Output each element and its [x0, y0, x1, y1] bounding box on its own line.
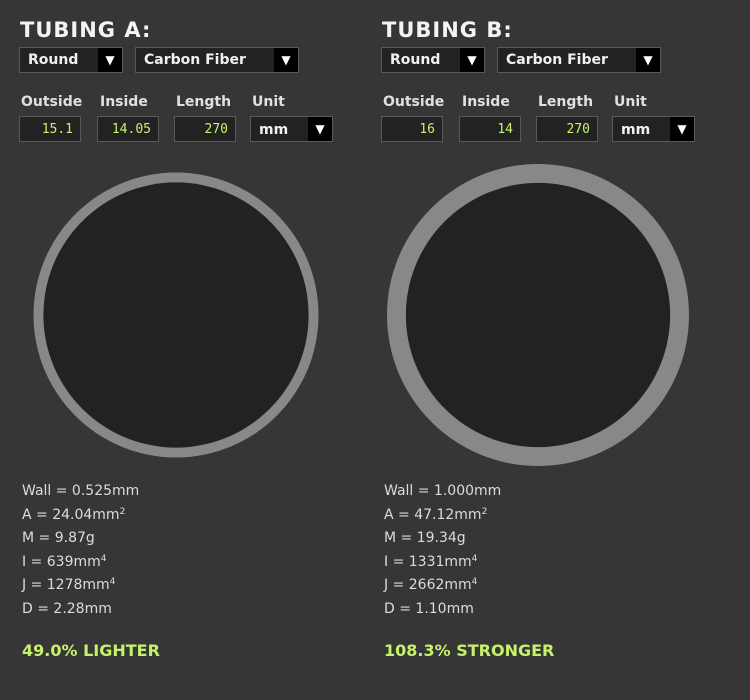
tubing-b-outside-input[interactable]: [381, 116, 443, 142]
tubing-b-inner-bore: [405, 182, 671, 448]
length-label: Length: [176, 94, 232, 110]
tubing-b-inside-input[interactable]: [459, 116, 521, 142]
length-label: Length: [538, 94, 594, 110]
chevron-down-icon[interactable]: ▼: [460, 48, 484, 72]
wall-stat: Wall = 0.525mm: [22, 483, 140, 499]
unit-label: Unit: [614, 94, 647, 110]
polar-inertia-stat: J = 1278mm4: [22, 577, 116, 593]
tubing-a-unit-select[interactable]: mm ▼: [250, 116, 333, 142]
inertia-stat: I = 639mm4: [22, 553, 107, 570]
tubing-b-shape-value: Round: [390, 52, 441, 68]
tubing-a-shape-select[interactable]: Round ▼: [19, 47, 123, 73]
tubing-b-length-input[interactable]: [536, 116, 598, 142]
tubing-a-panel: TUBING A: Round ▼ Carbon Fiber ▼ Outside…: [19, 0, 379, 700]
unit-label: Unit: [252, 94, 285, 110]
tubing-b-material-value: Carbon Fiber: [506, 52, 608, 68]
tubing-b-unit-select[interactable]: mm ▼: [612, 116, 695, 142]
chevron-down-icon[interactable]: ▼: [308, 117, 332, 141]
outside-label: Outside: [383, 94, 445, 110]
mass-stat: M = 19.34g: [384, 530, 466, 546]
tubing-a-material-select[interactable]: Carbon Fiber ▼: [135, 47, 299, 73]
tubing-a-length-input[interactable]: [174, 116, 236, 142]
area-stat: A = 24.04mm2: [22, 506, 126, 523]
tubing-b-result: 108.3% STRONGER: [384, 641, 555, 660]
tubing-b-material-select[interactable]: Carbon Fiber ▼: [497, 47, 661, 73]
tubing-b-shape-select[interactable]: Round ▼: [381, 47, 485, 73]
tubing-a-result: 49.0% LIGHTER: [22, 641, 160, 660]
deflection-stat: D = 2.28mm: [22, 600, 112, 617]
tubing-a-inner-bore: [43, 182, 309, 448]
tubing-a-material-value: Carbon Fiber: [144, 52, 246, 68]
tubing-a-unit-value: mm: [259, 122, 289, 138]
chevron-down-icon[interactable]: ▼: [670, 117, 694, 141]
tubing-a-inside-input[interactable]: [97, 116, 159, 142]
tubing-b-stats: Wall = 1.000mm A = 47.12mm2 M = 19.34g I…: [384, 480, 501, 621]
tubing-a-cross-section: [33, 172, 319, 458]
inside-label: Inside: [462, 94, 510, 110]
inertia-stat: I = 1331mm4: [384, 553, 478, 570]
inside-label: Inside: [100, 94, 148, 110]
mass-stat: M = 9.87g: [22, 530, 95, 546]
tubing-b-unit-value: mm: [621, 122, 651, 138]
chevron-down-icon[interactable]: ▼: [274, 48, 298, 72]
chevron-down-icon[interactable]: ▼: [98, 48, 122, 72]
tubing-a-shape-value: Round: [28, 52, 79, 68]
tubing-a-title: TUBING A:: [20, 18, 152, 42]
tubing-a-outside-input[interactable]: [19, 116, 81, 142]
tubing-a-stats: Wall = 0.525mm A = 24.04mm2 M = 9.87g I …: [22, 480, 139, 621]
tubing-b-cross-section: [387, 164, 689, 466]
chevron-down-icon[interactable]: ▼: [636, 48, 660, 72]
area-stat: A = 47.12mm2: [384, 506, 488, 523]
deflection-stat: D = 1.10mm: [384, 600, 474, 617]
tubing-b-title: TUBING B:: [382, 18, 513, 42]
outside-label: Outside: [21, 94, 83, 110]
wall-stat: Wall = 1.000mm: [384, 483, 502, 499]
tubing-b-panel: TUBING B: Round ▼ Carbon Fiber ▼ Outside…: [381, 0, 741, 700]
polar-inertia-stat: J = 2662mm4: [384, 577, 478, 593]
